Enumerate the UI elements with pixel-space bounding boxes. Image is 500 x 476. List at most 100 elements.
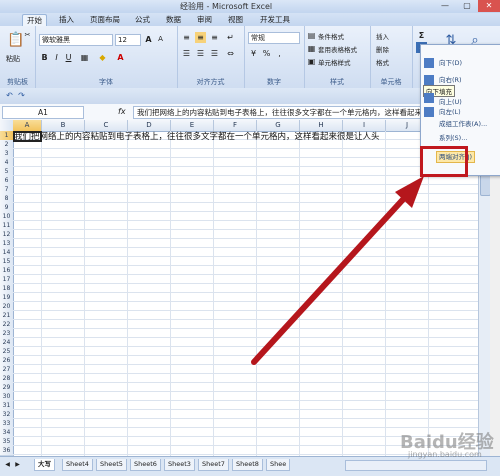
cell-style-button[interactable]: 单元格样式 — [318, 57, 351, 67]
comma-button[interactable]: , — [274, 48, 285, 59]
italic-button[interactable]: I — [51, 52, 62, 63]
sheet-tab[interactable]: Sheet7 — [198, 459, 229, 471]
menu-item-up[interactable]: 向上(U) — [439, 97, 462, 107]
column-header-h[interactable]: H — [300, 120, 343, 132]
menu-item-right[interactable]: 向右(R) — [439, 75, 462, 85]
shrink-font-icon[interactable]: A — [155, 34, 166, 45]
align-left-icon[interactable]: ☰ — [181, 48, 192, 59]
delete-cells-button[interactable]: 删除 — [376, 44, 389, 54]
column-header-i[interactable]: I — [343, 120, 386, 132]
redo-icon[interactable]: ↷ — [16, 90, 27, 101]
left-arrow-icon — [424, 107, 434, 117]
column-header-e[interactable]: E — [171, 120, 214, 132]
underline-button[interactable]: U — [63, 52, 74, 63]
sheet-tab[interactable]: Sheet3 — [164, 459, 195, 471]
align-right-icon[interactable]: ☰ — [209, 48, 220, 59]
align-middle-icon[interactable]: ≡ — [195, 32, 206, 43]
menu-item-down[interactable]: 向下(D) — [439, 58, 462, 68]
table-format-icon[interactable]: ▦ — [306, 43, 317, 54]
last-sheet-icon[interactable]: ▶ — [12, 459, 23, 470]
currency-icon[interactable]: ¥ — [248, 48, 259, 59]
grid-line — [13, 202, 478, 203]
column-header-f[interactable]: F — [214, 120, 257, 132]
grid-line — [13, 292, 478, 293]
sheet-tab[interactable]: Sheet6 — [130, 459, 161, 471]
insert-cells-button[interactable]: 插入 — [376, 31, 389, 41]
cut-icon[interactable]: ✂ — [22, 30, 33, 41]
grid-line — [428, 131, 429, 456]
grid-line — [13, 184, 478, 185]
sheet-tab[interactable]: 大写 — [34, 459, 55, 471]
grid-line — [13, 418, 478, 419]
grid-line — [13, 238, 478, 239]
fill-color-icon[interactable]: ◆ — [97, 52, 108, 63]
cells-group: 插入 删除 格式 单元格 — [370, 26, 413, 88]
grid-line — [170, 131, 171, 456]
sheet-tab[interactable]: Sheet8 — [232, 459, 263, 471]
grid-line — [13, 220, 478, 221]
menu-item-left[interactable]: 向左(L) — [439, 107, 461, 117]
grid-line — [13, 166, 478, 167]
menu-item-across-sheets[interactable]: 成组工作表(A)... — [439, 119, 487, 129]
wrap-text-icon[interactable]: ↵ — [225, 32, 236, 43]
row-header[interactable]: 36 — [0, 446, 14, 456]
grow-font-icon[interactable]: A — [143, 34, 154, 45]
grid-line — [13, 211, 478, 212]
align-center-icon[interactable]: ☰ — [195, 48, 206, 59]
align-top-icon[interactable]: ≡ — [181, 32, 192, 43]
menu-item-series[interactable]: 系列(S)... — [439, 133, 467, 143]
grid-line — [385, 131, 386, 456]
font-name-select[interactable]: 微软雅黑 — [39, 34, 113, 46]
column-header-d[interactable]: D — [128, 120, 171, 132]
number-group-label: 数字 — [267, 78, 281, 86]
tab-page-layout[interactable]: 页面布局 — [86, 14, 124, 26]
grid-line — [13, 148, 478, 149]
tab-review[interactable]: 审阅 — [193, 14, 216, 26]
active-cell[interactable] — [13, 131, 42, 142]
grid-line — [13, 337, 478, 338]
sheet-tab[interactable]: Sheet5 — [96, 459, 127, 471]
maximize-button[interactable]: ▢ — [456, 0, 478, 12]
bold-button[interactable]: B — [39, 52, 50, 63]
tab-insert[interactable]: 插入 — [55, 14, 78, 26]
close-button[interactable]: ✕ — [478, 0, 500, 12]
column-header-c[interactable]: C — [85, 120, 128, 132]
border-icon[interactable]: ▦ — [79, 52, 90, 63]
font-color-icon[interactable]: A — [115, 52, 126, 63]
minimize-button[interactable]: — — [434, 0, 456, 12]
cell-style-icon[interactable]: ▣ — [306, 56, 317, 67]
worksheet-grid[interactable]: A B C D E F G H I J 1 2 3 4 5 6 7 8 9 10 11 12 13 14 15 16 17 18 19 2… — [0, 120, 478, 456]
font-size-select[interactable]: 12 — [115, 34, 141, 46]
tab-developer[interactable]: 开发工具 — [256, 14, 294, 26]
sheet-tab[interactable]: Sheet4 — [62, 459, 93, 471]
number-format-select[interactable]: 常规 — [248, 32, 300, 44]
merge-center-icon[interactable]: ⇔ — [225, 48, 236, 59]
paste-label[interactable]: 粘贴 — [6, 54, 20, 64]
tab-data[interactable]: 数据 — [162, 14, 185, 26]
sum-icon[interactable]: Σ — [416, 30, 427, 41]
tab-view[interactable]: 视图 — [224, 14, 247, 26]
grid-line — [13, 310, 478, 311]
format-cells-button[interactable]: 格式 — [376, 57, 389, 67]
conditional-format-icon[interactable]: ▤ — [306, 30, 317, 41]
horizontal-scrollbar[interactable] — [345, 460, 487, 471]
percent-button[interactable]: % — [261, 48, 272, 59]
name-box[interactable]: A1 — [2, 106, 84, 119]
fx-label[interactable]: fx — [118, 107, 126, 116]
conditional-format-button[interactable]: 条件格式 — [318, 31, 344, 41]
font-group-label: 字体 — [99, 78, 113, 86]
tab-formulas[interactable]: 公式 — [131, 14, 154, 26]
column-header-b[interactable]: B — [42, 120, 85, 132]
grid-line — [13, 328, 478, 329]
column-header-g[interactable]: G — [257, 120, 300, 132]
table-format-button[interactable]: 套用表格格式 — [318, 44, 357, 54]
undo-icon[interactable]: ↶ — [4, 90, 15, 101]
grid-line — [84, 131, 85, 456]
sheet-tab[interactable]: Shee — [266, 459, 291, 471]
sheet-tab-bar: ◀ ▶ 大写 Sheet4 Sheet5 Sheet6 Sheet3 Sheet… — [0, 456, 500, 476]
grid-line — [13, 193, 478, 194]
align-bottom-icon[interactable]: ≡ — [209, 32, 220, 43]
grid-line — [127, 131, 128, 456]
formula-input[interactable]: 我们把网络上的内容粘贴到电子表格上，往往很多文字都在一个单元格内，这样看起来很是… — [133, 106, 438, 119]
right-arrow-icon — [424, 75, 434, 85]
